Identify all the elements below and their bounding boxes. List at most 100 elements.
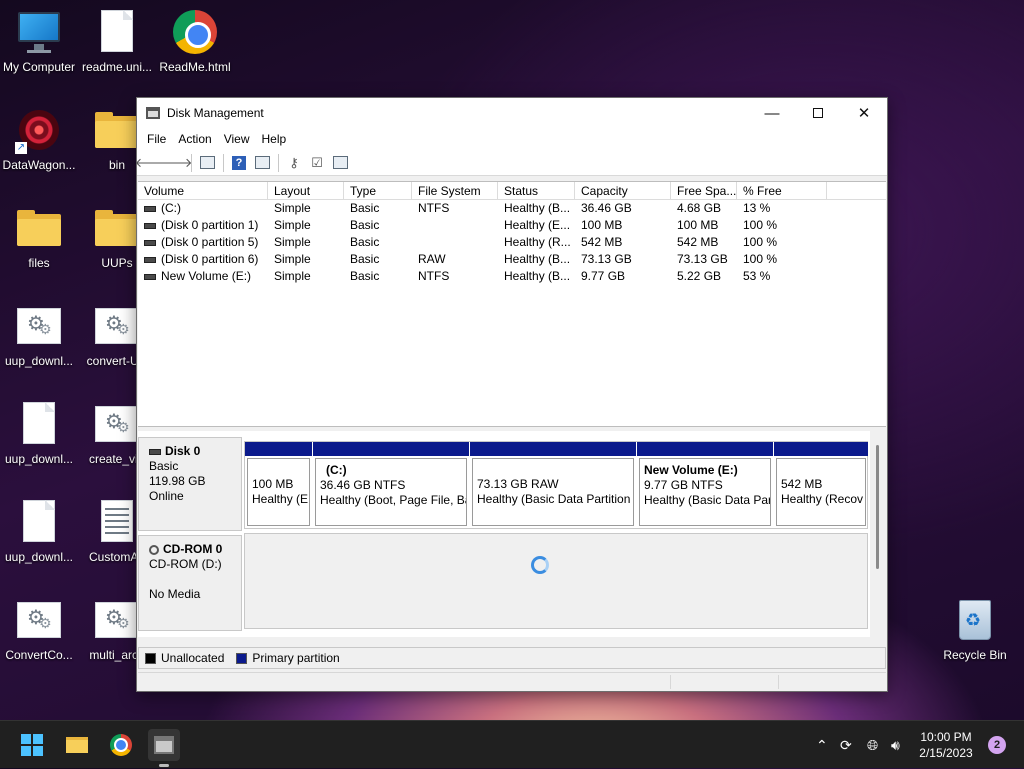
graphical-view-scrollbar[interactable] [870,431,886,637]
desktop-icon-uup-download-2[interactable]: uup_downl... [0,400,78,466]
cell-layout: Simple [274,201,311,215]
cdrom-0-label[interactable]: CD-ROM 0 CD-ROM (D:) No Media [138,535,242,631]
volume-list[interactable]: Volume Layout Type File System Status Ca… [138,181,886,427]
table-row[interactable]: (Disk 0 partition 6) Simple Basic RAW He… [138,251,886,268]
taskbar-clock[interactable]: 10:00 PM 2/15/2023 [914,729,978,761]
menu-view[interactable]: View [218,132,256,146]
cell-volume: (Disk 0 partition 6) [138,251,268,268]
settings-file-icon: ⚙ ⚙ [93,400,141,448]
desktop-icon-datawagon[interactable]: ↗ DataWagon... [0,106,78,172]
cell-layout: Simple [274,218,311,232]
desktop-icon-convertco[interactable]: ⚙ ⚙ ConvertCo... [0,596,78,662]
disk-state: Online [149,489,184,503]
column-status[interactable]: Status [498,182,575,199]
tray-network-button[interactable]: 🌐︎ [867,721,878,769]
forward-button[interactable]: 🡒 [158,153,193,173]
cell-volume: (C:) [138,200,268,217]
connect-disk-button[interactable]: ⚷ [283,153,305,173]
partition-status: Healthy (Basic Data Par [644,493,771,507]
column-capacity[interactable]: Capacity [575,182,671,199]
partition-c[interactable]: (C:) 36.46 GB NTFS Healthy (Boot, Page F… [313,442,469,528]
cell-volume: (Disk 0 partition 5) [138,234,268,251]
show-hidden-icons-button[interactable]: ⌃ [816,721,828,769]
volume-name: New Volume (E:) [161,269,252,283]
help-button[interactable]: ? [228,153,250,173]
menu-help[interactable]: Help [256,132,293,146]
volume-icon [144,222,156,229]
disk-0-label[interactable]: Disk 0 Basic 119.98 GB Online [138,437,242,531]
scrollbar-thumb[interactable] [876,445,879,569]
cdrom-drive: CD-ROM (D:) [149,557,222,571]
cell-status: Healthy (B... [504,252,571,266]
sync-alert-icon: ⟳ [840,736,852,753]
start-button[interactable] [16,729,48,761]
column-free-space[interactable]: Free Spa... [671,182,737,199]
taskbar-chrome[interactable] [105,729,137,761]
show-hide-action-pane-button[interactable] [251,153,273,173]
cdrom-0-area[interactable] [244,533,868,629]
table-row[interactable]: New Volume (E:) Simple Basic NTFS Health… [138,268,886,285]
taskbar-file-explorer[interactable] [61,729,93,761]
recycle-bin-icon: ♻ [951,596,999,644]
desktop-icon-my-computer[interactable]: My Computer [0,8,78,74]
settings-file-icon: ⚙ ⚙ [93,596,141,644]
menu-action[interactable]: Action [172,132,217,146]
menu-bar: File Action View Help [137,128,887,150]
desktop-icon-uup-download-1[interactable]: ⚙ ⚙ uup_downl... [0,302,78,368]
desktop-icon-recycle-bin[interactable]: ♻ Recycle Bin [936,596,1014,662]
cell-volume: New Volume (E:) [138,268,268,285]
partition-efi[interactable]: 100 MB Healthy (E [245,442,312,528]
chrome-icon [110,734,132,756]
volume-name: (Disk 0 partition 5) [161,235,259,249]
maximize-button[interactable] [795,98,841,128]
toolbar: 🡐 🡒 ? ⚷ ☑ [135,150,887,176]
cell-capacity: 36.46 GB [581,201,632,215]
column-layout[interactable]: Layout [268,182,344,199]
table-row[interactable]: (Disk 0 partition 1) Simple Basic Health… [138,217,886,234]
cell-status: Healthy (R... [504,235,571,249]
column-volume[interactable]: Volume [138,182,268,199]
cell-percent-free: 100 % [743,235,778,249]
tray-volume-button[interactable]: 🔊︎ [891,721,900,769]
folder-icon [15,204,63,252]
action-pane-icon [254,156,270,169]
document-icon [15,498,63,546]
volume-name: (Disk 0 partition 1) [161,218,259,232]
table-row[interactable]: (C:) Simple Basic NTFS Healthy (B... 36.… [138,200,886,217]
cell-status: Healthy (B... [504,269,571,283]
partition-size: 9.77 GB NTFS [644,478,723,492]
cell-free-space: 4.68 GB [677,201,722,215]
document-icon [93,8,141,56]
minimize-button[interactable]: — [749,98,795,128]
notification-badge[interactable]: 2 [988,736,1006,754]
primary-partition-bar [313,442,469,456]
column-type[interactable]: Type [344,182,412,199]
partition-e[interactable]: New Volume (E:) 9.77 GB NTFS Healthy (Ba… [637,442,773,528]
desktop-icon-readme-uni[interactable]: readme.uni... [78,8,156,74]
partition-size: 73.13 GB RAW [477,477,559,491]
partition-recovery[interactable]: 542 MB Healthy (Recov [774,442,868,528]
properties-button[interactable] [329,153,351,173]
close-button[interactable]: ✕ [841,98,887,128]
partition-status: Healthy (Basic Data Partition [477,492,631,506]
column-file-system[interactable]: File System [412,182,498,199]
cell-layout: Simple [274,235,311,249]
tray-sync-icon-button[interactable]: ⟳ [840,721,852,769]
volume-icon [144,239,156,246]
primary-partition-bar [637,442,773,456]
cell-layout: Simple [274,252,311,266]
menu-file[interactable]: File [141,132,172,146]
check-button[interactable]: ☑ [306,153,328,173]
cell-file-system [412,234,498,251]
column-percent-free[interactable]: % Free [737,182,827,199]
show-hide-console-tree-button[interactable] [196,153,218,173]
desktop-icon-readme-html[interactable]: ReadMe.html [156,8,234,74]
title-bar[interactable]: Disk Management — ✕ [137,98,887,128]
monitor-icon [15,8,63,56]
desktop-icon-uup-download-3[interactable]: uup_downl... [0,498,78,564]
desktop-icon-files[interactable]: files [0,204,78,270]
primary-partition-swatch [236,652,248,664]
partition-raw[interactable]: 73.13 GB RAW Healthy (Basic Data Partiti… [470,442,636,528]
taskbar-disk-management[interactable] [148,729,180,767]
table-row[interactable]: (Disk 0 partition 5) Simple Basic Health… [138,234,886,251]
